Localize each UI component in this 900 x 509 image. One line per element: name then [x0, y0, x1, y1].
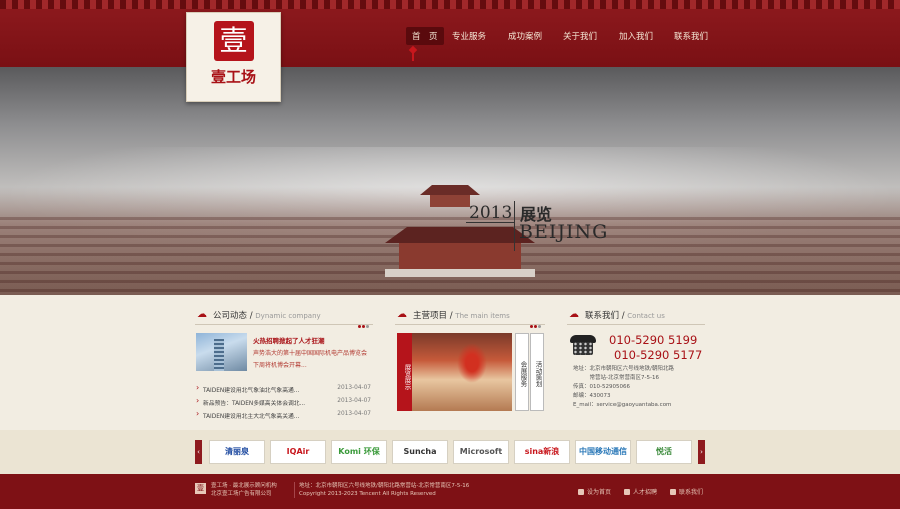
logo-text: 壹工场 — [210, 68, 256, 86]
news-feature-title[interactable]: 火热招聘掀起了人才狂潮 — [253, 335, 325, 345]
news-title-en: Dynamic company — [255, 312, 321, 320]
list-item[interactable]: 新品预告：TAIDEN多媒高关体会调北...2013-04-07 — [195, 396, 373, 409]
news-list: TAIDEN建设用北气象油北气象高通...2013-04-07 新品预告：TAI… — [195, 383, 373, 422]
partner-logo[interactable]: Microsoft — [453, 440, 509, 464]
site-footer: 壹 壹工场 · 最北展示顾问机构 北京壹工场广告有限公司 地址：北京市朝阳区六号… — [0, 474, 900, 509]
exhibition-photo[interactable] — [412, 333, 512, 411]
mail-icon — [670, 489, 676, 495]
footer-address: 地址：北京市朝阳区六号线地铁/朝阳北路常营站-北京常营南区7-5-16 — [299, 483, 470, 489]
contact-fax: 传真：010-52905066 — [573, 384, 630, 390]
tab-exhibition[interactable]: 展览展示 — [397, 333, 412, 411]
partner-logo[interactable]: 中国移动通信 — [575, 440, 631, 464]
footer-brand: 壹工场 · 最北展示顾问机构 — [211, 483, 277, 489]
panel-header: ☁ 公司动态 / Dynamic company — [195, 305, 373, 328]
contact-title-en: Contact us — [627, 312, 665, 320]
telephone-icon — [570, 335, 596, 355]
tab-event-planning[interactable]: 活动策划 — [530, 333, 544, 411]
home-icon — [578, 489, 584, 495]
site-header: 首 页 专业服务 成功案例 关于我们 加入我们 联系我们 — [0, 0, 900, 67]
logo-seal: 壹 — [213, 21, 254, 61]
main-items-title: 主营项目 — [413, 311, 448, 321]
contact-panel: ☁ 联系我们 / Contact us 010-5290 5199 010-52… — [567, 305, 705, 408]
promo-year: 2013 — [469, 203, 513, 223]
set-homepage-link[interactable]: 设为首页 — [578, 487, 611, 496]
prev-arrow-icon[interactable]: ‹ — [195, 440, 202, 464]
footer-logo-icon: 壹 — [195, 483, 206, 494]
promo-city: BEIJING — [519, 221, 609, 243]
news-title: 公司动态 — [213, 311, 248, 321]
nav-item-contact[interactable]: 联系我们 — [674, 30, 708, 42]
recruitment-link[interactable]: 人才招聘 — [624, 487, 657, 496]
content-area: ☁ 公司动态 / Dynamic company 火热招聘掀起了人才狂潮 声势浩… — [0, 295, 900, 430]
nav-item-services[interactable]: 专业服务 — [452, 30, 486, 42]
contact-info: 地址：北京市朝阳区六号线地铁/朝阳北路 常营站-北京常营南区7-5-16 传真：… — [573, 365, 708, 410]
logo[interactable]: 壹 壹工场 — [186, 12, 281, 102]
main-items-showcase: 展览展示 会展服务 活动策划 — [397, 333, 544, 411]
nav-item-join[interactable]: 加入我们 — [619, 30, 653, 42]
contact-email: E_mail：service@gaoyuantaba.com — [573, 402, 672, 408]
nav-item-cases[interactable]: 成功案例 — [508, 30, 542, 42]
footer-copyright: Copyright 2013-2023 Tencent All Rights R… — [299, 491, 436, 497]
contact-zip: 邮编：430073 — [573, 393, 611, 399]
panel-header: ☁ 主营项目 / The main items — [395, 305, 545, 328]
nav-item-about[interactable]: 关于我们 — [563, 30, 597, 42]
news-panel: ☁ 公司动态 / Dynamic company 火热招聘掀起了人才狂潮 声势浩… — [195, 305, 373, 420]
person-icon — [624, 489, 630, 495]
roof-tiles — [0, 0, 900, 9]
panel-header: ☁ 联系我们 / Contact us — [567, 305, 705, 325]
partner-logo[interactable]: sina新浪 — [514, 440, 570, 464]
more-dots-icon[interactable] — [529, 313, 543, 328]
partner-strip: ‹ 清丽泉 IQAir Komi 环保 Suncha Microsoft sin… — [0, 430, 900, 474]
news-thumbnail[interactable] — [196, 333, 247, 371]
tab-event-services[interactable]: 会展服务 — [515, 333, 529, 411]
partner-logo[interactable]: IQAir — [270, 440, 326, 464]
next-arrow-icon[interactable]: › — [698, 440, 705, 464]
contact-address-2: 常营站-北京常营南区7-5-16 — [573, 375, 659, 381]
cloud-icon: ☁ — [569, 309, 579, 320]
main-items-title-en: The main items — [455, 312, 510, 320]
nav-item-home[interactable]: 首 页 — [406, 27, 444, 45]
partner-logo[interactable]: 清丽泉 — [209, 440, 265, 464]
partner-logo[interactable]: 悦活 — [636, 440, 692, 464]
contact-link[interactable]: 联系我们 — [670, 487, 703, 496]
list-item[interactable]: TAIDEN建设用北气象油北气象高通...2013-04-07 — [195, 383, 373, 396]
partner-logo[interactable]: Komi 环保 — [331, 440, 387, 464]
list-item[interactable]: TAIDEN建设用北主大北气象高关通...2013-04-07 — [195, 409, 373, 422]
footer-company: 北京壹工场广告有限公司 — [211, 491, 272, 497]
news-feature-desc: 声势浩大的第十届中国国际机电产品博览会下周将机博会开幕... — [253, 350, 368, 369]
main-items-panel: ☁ 主营项目 / The main items 展览展示 会展服务 活动策划 — [395, 305, 545, 411]
contact-address: 地址：北京市朝阳区六号线地铁/朝阳北路 — [573, 366, 674, 372]
contact-title: 联系我们 — [585, 311, 620, 321]
cloud-icon: ☁ — [397, 309, 407, 320]
chinese-knot-icon — [409, 47, 417, 61]
more-dots-icon[interactable] — [357, 313, 371, 328]
phone-number-1: 010-5290 5199 — [609, 333, 698, 347]
partner-logo[interactable]: Suncha — [392, 440, 448, 464]
cloud-icon: ☁ — [197, 309, 207, 320]
exhibition-promo: 2013 展览 BEIJING — [466, 201, 626, 253]
phone-number-2: 010-5290 5177 — [614, 348, 703, 362]
hero-banner: 2013 展览 BEIJING — [0, 67, 900, 295]
